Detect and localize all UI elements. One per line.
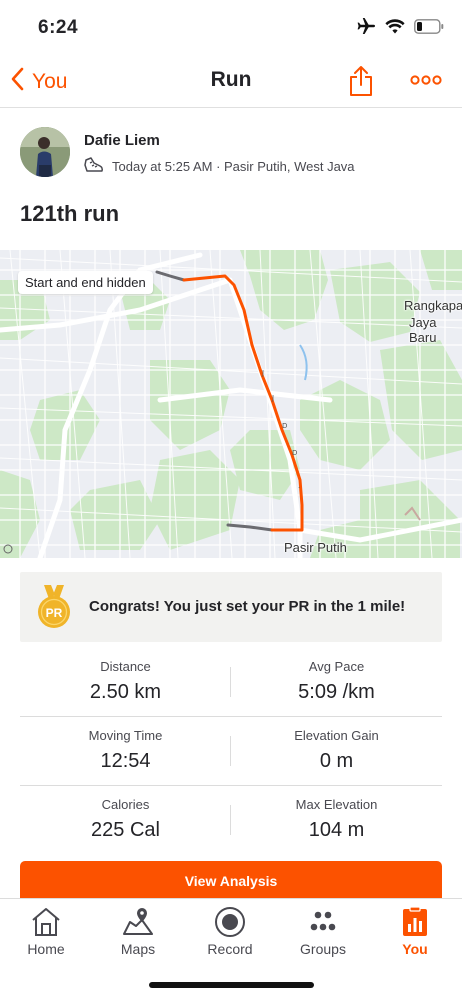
svg-text:J: J (271, 394, 274, 402)
stat-row: Moving Time 12:54 Elevation Gain 0 m (20, 717, 442, 786)
share-icon (348, 66, 374, 101)
map-canvas: J J D D. (0, 250, 462, 558)
medal-icon: PR (36, 585, 72, 634)
tab-label: Record (207, 941, 253, 957)
route-map[interactable]: J J D D. Start and end hidden Rangkapan Jay… (0, 250, 462, 558)
tab-label: Groups (300, 941, 346, 957)
stat-moving-time: Moving Time 12:54 (20, 728, 231, 773)
stat-label: Moving Time (88, 728, 163, 743)
stat-label: Calories (101, 797, 150, 812)
map-label-pasir-putih: Pasir Putih (284, 540, 347, 555)
tab-groups[interactable]: Groups (277, 899, 369, 971)
home-indicator (149, 982, 314, 988)
map-privacy-badge: Start and end hidden (18, 271, 153, 294)
back-label: You (32, 70, 68, 93)
activity-meta: Today at 5:25 AM · Pasir Putih, West Jav… (84, 156, 355, 177)
pr-message: Congrats! You just set your PR in the 1 … (89, 598, 406, 615)
stats-grid: Distance 2.50 km Avg Pace 5:09 /km Movin… (20, 648, 442, 855)
status-bar: 6:24 (0, 0, 462, 56)
home-icon (0, 905, 92, 939)
page-title: Run (210, 68, 252, 91)
tab-label: Maps (120, 941, 156, 957)
more-icon (410, 73, 442, 90)
more-button[interactable] (410, 73, 442, 91)
stat-elevation-gain: Elevation Gain 0 m (231, 728, 442, 773)
battery-icon (414, 18, 444, 39)
stat-value: 12:54 (100, 750, 151, 772)
stat-label: Max Elevation (295, 797, 378, 812)
status-time: 6:24 (38, 17, 79, 38)
map-label-rangkapan: Rangkapan (404, 298, 462, 313)
svg-text:D: D (282, 422, 287, 430)
svg-text:.: . (298, 482, 300, 490)
stat-value: 104 m (308, 819, 365, 841)
stat-label: Distance (100, 659, 151, 674)
map-label-jaya-baru: Jaya Baru (409, 315, 437, 345)
svg-text:J: J (261, 369, 264, 377)
athlete-header: Dafie Liem Today at 5:25 AM · Pasir Puti… (20, 127, 440, 179)
pr-achievement-card[interactable]: PR Congrats! You just set your PR in the… (20, 572, 442, 642)
groups-icon (277, 905, 369, 939)
stat-distance: Distance 2.50 km (20, 659, 231, 704)
stat-avg-pace: Avg Pace 5:09 /km (231, 659, 442, 704)
stat-value: 0 m (319, 750, 354, 772)
wifi-icon (385, 18, 405, 39)
tab-label: You (402, 941, 428, 957)
stat-max-elevation: Max Elevation 104 m (231, 797, 442, 842)
activity-meta-text: Today at 5:25 AM · Pasir Putih, West Jav… (112, 159, 355, 174)
you-icon (369, 905, 461, 939)
stat-row: Distance 2.50 km Avg Pace 5:09 /km (20, 648, 442, 717)
medal-badge-text: PR (46, 606, 63, 620)
stat-value: 225 Cal (91, 819, 160, 841)
stat-calories: Calories 225 Cal (20, 797, 231, 842)
svg-text:D: D (292, 449, 297, 457)
maps-icon (92, 905, 184, 939)
view-analysis-button[interactable]: View Analysis (20, 861, 442, 901)
avatar[interactable] (20, 127, 70, 177)
athlete-name[interactable]: Dafie Liem (84, 132, 160, 149)
tab-you[interactable]: You (369, 899, 461, 971)
stat-row: Calories 225 Cal Max Elevation 104 m (20, 786, 442, 855)
stat-label: Elevation Gain (294, 728, 379, 743)
record-icon (184, 905, 276, 939)
tab-record[interactable]: Record (184, 899, 276, 971)
airplane-icon (356, 17, 376, 40)
stat-label: Avg Pace (308, 659, 365, 674)
share-button[interactable] (348, 65, 374, 102)
chevron-left-icon (10, 67, 24, 97)
activity-title[interactable]: 121th run (20, 201, 119, 227)
tab-label: Home (27, 941, 65, 957)
shoe-icon (84, 156, 104, 177)
stat-value: 2.50 km (89, 681, 162, 703)
tab-maps[interactable]: Maps (92, 899, 184, 971)
tab-home[interactable]: Home (0, 899, 92, 971)
nav-bar: You Run (0, 56, 462, 108)
stat-value: 5:09 /km (298, 681, 375, 703)
back-button[interactable]: You (10, 67, 67, 97)
status-icons (356, 17, 444, 40)
